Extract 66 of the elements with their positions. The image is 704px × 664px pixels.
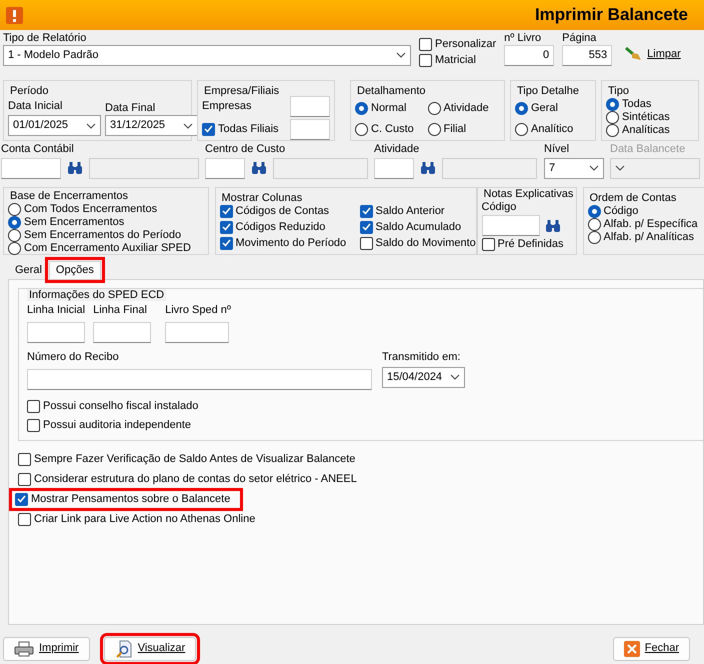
radio-label: Sintéticas [622, 110, 670, 124]
field-label: Código [482, 200, 518, 214]
checkbox-label: Saldo Anterior [376, 204, 445, 218]
checkbox-label: Criar Link para Live Action no Athenas Online [34, 512, 256, 526]
dropdown[interactable]: 7 [544, 158, 604, 179]
checkbox-label: Pré Definidas [498, 238, 564, 252]
button[interactable]: Fechar [612, 636, 690, 661]
radio-label: Geral [531, 102, 558, 114]
dropdown[interactable]: 1 - Modelo Padrão [3, 44, 411, 66]
group-title: Tipo Detalhe [515, 85, 581, 98]
field-label: Livro Sped nº [165, 304, 231, 318]
field-label: Transmitido em: [382, 350, 462, 365]
group-title: Empresa/Filiais [202, 85, 282, 98]
group-title: Tipo [606, 85, 631, 98]
field-label: Data Inicial [8, 98, 64, 114]
field-label: Data Final [105, 100, 156, 116]
checkbox-label: Considerar estrutura do plano de contas do setor elétrico - ANEEL [34, 472, 357, 486]
field-label: Empresas [202, 100, 252, 112]
field-label: Atividade [374, 142, 420, 157]
field-label: Centro de Custo [205, 142, 286, 157]
tab[interactable]: Geral [8, 261, 49, 279]
checkbox-label: Códigos Reduzido [236, 220, 326, 234]
window-title: Imprimir Balancete [534, 5, 688, 25]
field-label: Página [562, 32, 598, 45]
checkbox-label: Códigos de Contas [236, 204, 330, 218]
field-label: nº Livro [504, 32, 542, 45]
group-title: Informações do SPED ECD [27, 288, 166, 302]
checkbox-label: Saldo do Movimento [376, 236, 476, 250]
checkbox-label: Movimento do Período [236, 236, 346, 250]
field-label: Número do Recibo [27, 350, 120, 365]
checkbox-label: Todas Filiais [218, 122, 279, 136]
dropdown[interactable]: 31/12/2025 [105, 115, 198, 136]
field-label: Conta Contábil [1, 142, 75, 157]
checkbox-label: Mostrar Pensamentos sobre o Balancete [31, 492, 230, 506]
input-field[interactable]: 553 [562, 44, 612, 66]
radio-label: Todas [622, 98, 652, 110]
checkbox-label: Possui conselho fiscal instalado [43, 400, 198, 412]
field-label: Tipo de Relatório [3, 32, 88, 45]
radio-label: Sem Encerramentos [24, 216, 124, 228]
clear-button[interactable]: Limpar [620, 42, 685, 66]
checkbox-label: Possui auditoria independente [43, 418, 192, 432]
checkbox-label: Sempre Fazer Verificação de Saldo Antes de Visualizar Balancete [34, 452, 356, 466]
radio-label: Analítico [531, 122, 574, 136]
radio-label: Filial [444, 122, 466, 136]
field-label: Data Balancete [610, 142, 686, 157]
button[interactable]: Imprimir [3, 636, 90, 661]
radio-label: C. Custo [371, 122, 414, 136]
radio-label: Normal [371, 102, 406, 114]
checkbox-label: Matricial [435, 54, 476, 67]
radio-label: Atividade [444, 102, 489, 114]
radio-label: Analíticas [622, 124, 670, 136]
dropdown[interactable]: 15/04/2024 [382, 366, 465, 388]
radio-label: Código [604, 204, 638, 218]
input-field[interactable]: 0 [504, 44, 554, 66]
radio-label: Alfab. p/ Específica [604, 218, 698, 230]
checkbox-label: Personalizar [435, 38, 496, 51]
field-label: Linha Inicial [27, 304, 86, 318]
dropdown[interactable]: 01/01/2025 [8, 115, 101, 136]
group-title: Notas Explicativas [482, 188, 576, 201]
radio-label: Alfab. p/ Analíticas [604, 230, 694, 244]
checkbox-label: Saldo Acumulado [376, 220, 462, 234]
field-label: Linha Final [93, 304, 148, 318]
radio-label: Com Encerramento Auxiliar SPED [24, 242, 191, 254]
radio-label: Com Todos Encerramentos [24, 202, 158, 216]
field-label: Nível [544, 142, 570, 157]
radio-label: Sem Encerramentos do Período [24, 228, 182, 242]
